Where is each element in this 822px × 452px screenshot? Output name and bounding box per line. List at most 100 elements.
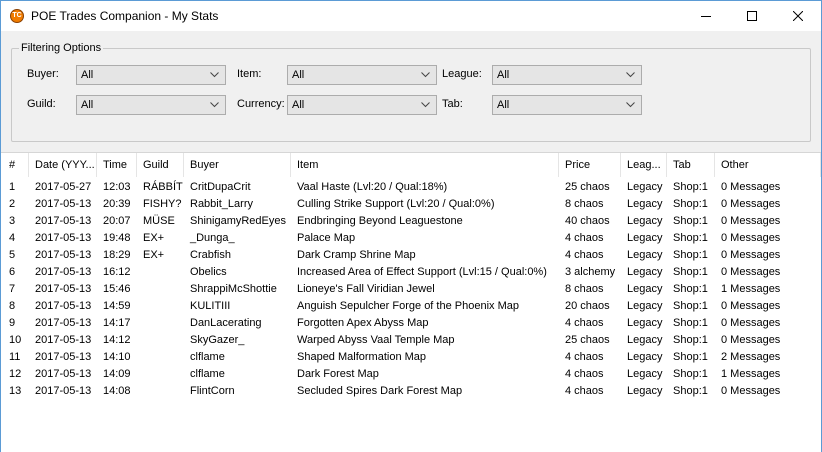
table-row[interactable]: 10 2017-05-13 14:12 SkyGazer_ Warped Abyss V… [1, 332, 821, 349]
table-cell: Legacy [627, 266, 663, 278]
table-cell: 2017-05-13 [35, 300, 92, 312]
column-header[interactable]: Buyer [184, 153, 291, 177]
table-cell: Crabfish [190, 249, 231, 261]
close-button[interactable] [775, 1, 821, 31]
table-cell [137, 332, 184, 349]
buyer-label: Buyer: [27, 68, 59, 80]
table-cell: 4 chaos [565, 249, 604, 261]
table-cell: Shop:1 [673, 334, 708, 346]
table-cell: 16:12 [103, 266, 131, 278]
table-cell: 3 alchemy [565, 266, 616, 278]
table-cell: 0 Messages [721, 317, 781, 329]
table-cell: EX+ [143, 249, 165, 261]
table-cell: 13 [9, 385, 22, 397]
column-header[interactable]: Date (YYY... [29, 153, 97, 177]
table-row[interactable]: 11 2017-05-13 14:10 clflame Shaped Malformat… [1, 349, 821, 366]
table-cell: Shop:1 [673, 232, 708, 244]
table-cell: Palace Map [297, 232, 356, 244]
table-cell: Lioneye's Fall Viridian Jewel [297, 283, 435, 295]
table-cell: 14:59 [103, 300, 131, 312]
item-select[interactable]: All [287, 65, 437, 85]
column-header[interactable]: Time [97, 153, 137, 177]
table-cell: 4 chaos [565, 385, 604, 397]
table-cell: MÜSE [143, 215, 175, 227]
table-cell: 0 Messages [721, 181, 781, 193]
chevron-down-icon [421, 72, 430, 78]
table-cell: Shop:1 [673, 300, 708, 312]
table-cell: 9 [9, 317, 16, 329]
table-row[interactable]: 12 2017-05-13 14:09 clflame Dark Forest Map 4… [1, 366, 821, 383]
table-cell: 6 [9, 266, 16, 278]
table-cell: 2017-05-27 [35, 181, 92, 193]
table-cell: 25 chaos [565, 181, 610, 193]
table-cell: 2017-05-13 [35, 198, 92, 210]
table-cell [137, 366, 184, 383]
table-cell [137, 383, 184, 400]
chevron-down-icon [421, 102, 430, 108]
table-cell: 2017-05-13 [35, 385, 92, 397]
guild-select[interactable]: All [76, 95, 226, 115]
column-header[interactable]: Price [559, 153, 621, 177]
table-cell: 20 chaos [565, 300, 610, 312]
table-row[interactable]: 13 2017-05-13 14:08 FlintCorn Secluded Spire… [1, 383, 821, 400]
table-cell: 2017-05-13 [35, 334, 92, 346]
table-cell: CritDupaCrit [190, 181, 251, 193]
table-row[interactable]: 3 2017-05-13 20:07 MÜSE ShinigamyRedEyes Endb… [1, 213, 821, 230]
buyer-select[interactable]: All [76, 65, 226, 85]
table-row[interactable]: 5 2017-05-13 18:29 EX+ Crabfish Dark Cramp Sh… [1, 247, 821, 264]
table-cell: Secluded Spires Dark Forest Map [297, 385, 463, 397]
table-cell: Legacy [627, 300, 663, 312]
window-title: POE Trades Companion - My Stats [31, 9, 219, 23]
table-header: # Date (YYY... Time Guild Buyer Item Price Leag… [1, 153, 821, 177]
table-cell: 2017-05-13 [35, 232, 92, 244]
column-header[interactable]: Other [715, 153, 821, 177]
table-cell: Legacy [627, 232, 663, 244]
table-cell: 0 Messages [721, 198, 781, 210]
table-cell: 20:39 [103, 198, 131, 210]
column-header[interactable]: # [3, 153, 29, 177]
table-cell: Legacy [627, 317, 663, 329]
minimize-button[interactable] [683, 1, 729, 31]
table-cell: 14:10 [103, 351, 131, 363]
table-cell: 1 Messages [721, 368, 781, 380]
title-bar[interactable]: TC POE Trades Companion - My Stats [1, 1, 821, 31]
table-cell: Shop:1 [673, 249, 708, 261]
table-cell: 0 Messages [721, 266, 781, 278]
tab-select[interactable]: All [492, 95, 642, 115]
table-row[interactable]: 1 2017-05-27 12:03 RÁBBÍT CritDupaCrit Vaal H… [1, 179, 821, 196]
table-row[interactable]: 2 2017-05-13 20:39 FISHY? Rabbit_Larry Cullin… [1, 196, 821, 213]
column-header[interactable]: Tab [667, 153, 715, 177]
table-cell: 14:08 [103, 385, 131, 397]
table-cell: Dark Cramp Shrine Map [297, 249, 416, 261]
table-cell: 8 chaos [565, 198, 604, 210]
table-cell: 1 Messages [721, 283, 781, 295]
currency-select[interactable]: All [287, 95, 437, 115]
table-cell: Shop:1 [673, 385, 708, 397]
league-select[interactable]: All [492, 65, 642, 85]
table-cell: Shop:1 [673, 198, 708, 210]
table-cell: 2017-05-13 [35, 249, 92, 261]
column-header[interactable]: Guild [137, 153, 184, 177]
close-icon [792, 10, 804, 22]
league-label: League: [442, 68, 482, 80]
table-cell [137, 315, 184, 332]
table-row[interactable]: 6 2017-05-13 16:12 Obelics Increased Area of… [1, 264, 821, 281]
table-cell: Shop:1 [673, 181, 708, 193]
trades-table[interactable]: # Date (YYY... Time Guild Buyer Item Price Leag… [1, 152, 821, 452]
table-cell: 2017-05-13 [35, 351, 92, 363]
table-cell: 4 chaos [565, 317, 604, 329]
table-row[interactable]: 4 2017-05-13 19:48 EX+ _Dunga_ Palace Map 4 ch… [1, 230, 821, 247]
table-row[interactable]: 7 2017-05-13 15:46 ShrappiMcShottie Lioneye'… [1, 281, 821, 298]
column-header[interactable]: Leag... [621, 153, 667, 177]
table-row[interactable]: 9 2017-05-13 14:17 DanLacerating Forgotten A… [1, 315, 821, 332]
table-cell: _Dunga_ [190, 232, 235, 244]
chevron-down-icon [626, 102, 635, 108]
table-cell: 14:17 [103, 317, 131, 329]
maximize-icon [747, 11, 757, 21]
minimize-icon [701, 16, 711, 17]
table-cell [137, 281, 184, 298]
guild-label: Guild: [27, 98, 56, 110]
column-header[interactable]: Item [291, 153, 559, 177]
maximize-button[interactable] [729, 1, 775, 31]
table-row[interactable]: 8 2017-05-13 14:59 KULITIII Anguish Sepulche… [1, 298, 821, 315]
